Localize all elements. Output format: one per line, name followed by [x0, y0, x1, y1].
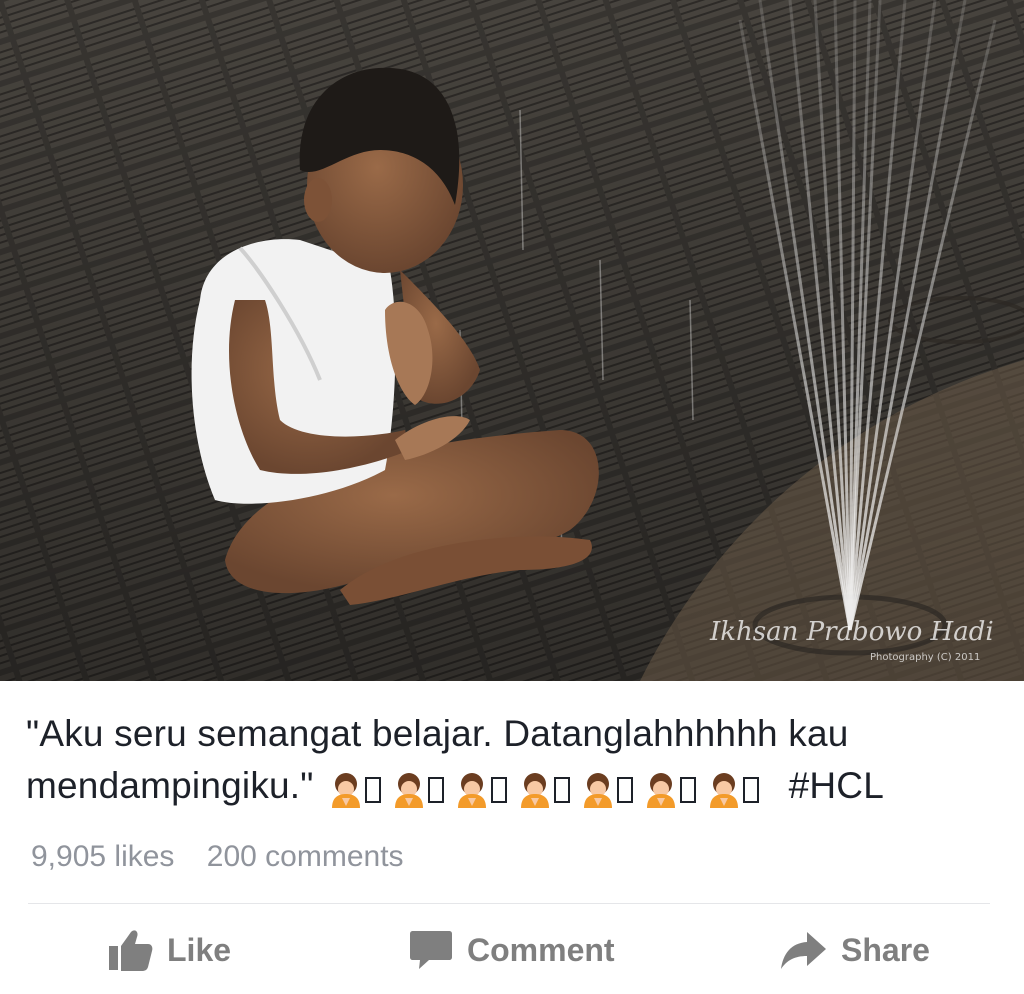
like-label: Like: [167, 931, 232, 968]
comment-bubble-icon: [410, 931, 452, 969]
photo-watermark: Ikhsan Prabowo Hadi: [709, 617, 994, 647]
comments-count-link[interactable]: 200 comments: [207, 840, 404, 873]
share-button[interactable]: Share: [779, 918, 930, 982]
share-label: Share: [841, 931, 930, 968]
bowing-person-emoji-icon: [332, 772, 760, 810]
caption-hashtag-link[interactable]: #HCL: [789, 765, 884, 806]
photo-watermark-sub: Photography (C) 2011: [870, 652, 980, 663]
thumbs-up-icon: [109, 930, 153, 971]
post-actions-bar: Like Comment Share: [0, 918, 1024, 982]
comment-label: Comment: [467, 931, 615, 968]
post-stats: 9,905 likes 200 comments: [31, 840, 404, 874]
comment-button[interactable]: Comment: [409, 918, 615, 982]
like-button[interactable]: Like: [107, 918, 231, 982]
likes-count-link[interactable]: 9,905 likes: [31, 840, 174, 873]
share-arrow-icon: [781, 932, 826, 969]
bowing-praying-emoji-row: [330, 762, 770, 814]
post-photo[interactable]: Ikhsan Prabowo Hadi Photography (C) 2011: [0, 0, 1024, 681]
photo-illustration: Ikhsan Prabowo Hadi Photography (C) 2011: [0, 0, 1024, 681]
divider: [28, 903, 990, 904]
post-caption: "Aku seru semangat belajar. Datanglahhhh…: [26, 708, 986, 814]
